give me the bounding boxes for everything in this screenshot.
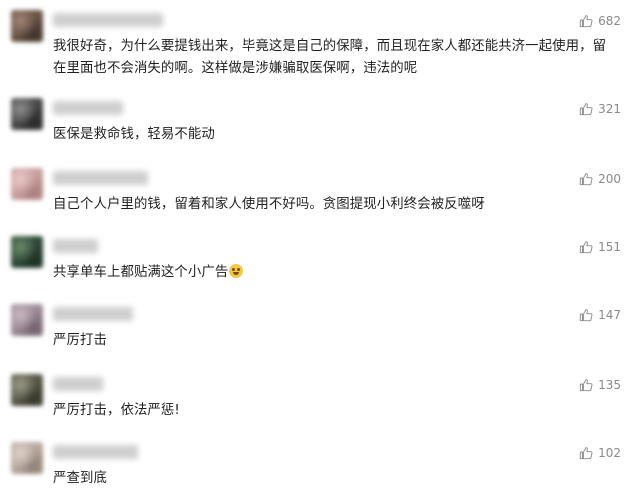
thumbs-up-icon: [579, 241, 593, 254]
comment-text: 严厉打击: [53, 333, 107, 348]
thumbs-up-icon: [579, 173, 593, 186]
avatar[interactable]: [11, 442, 43, 474]
thumbs-up-icon: [579, 15, 593, 28]
username-blurred[interactable]: [53, 171, 148, 185]
like-button[interactable]: 135: [579, 378, 621, 392]
thumbs-up-icon: [579, 103, 593, 116]
avatar[interactable]: [11, 10, 43, 42]
avatar[interactable]: [11, 304, 43, 336]
username-blurred[interactable]: [53, 377, 103, 391]
like-button[interactable]: 147: [579, 308, 621, 322]
comment-text-content: 共享单车上都贴满这个小广告: [53, 265, 229, 280]
like-count: 200: [598, 172, 621, 186]
comment-item: 我很好奇，为什么要提钱出来，毕竟这是自己的保障，而且现在家人都还能共济一起使用，…: [0, 8, 640, 76]
like-button[interactable]: 200: [579, 172, 621, 186]
avatar[interactable]: [11, 98, 43, 130]
like-button[interactable]: 682: [579, 14, 621, 28]
comment-item: 严厉打击，依法严惩! 135: [0, 372, 640, 420]
comment-item: 自己个人户里的钱，留着和家人使用不好吗。贪图提现小利终会被反噬呀 200: [0, 166, 640, 214]
like-button[interactable]: 321: [579, 102, 621, 116]
comment-text: 我很好奇，为什么要提钱出来，毕竟这是自己的保障，而且现在家人都还能共济一起使用，…: [53, 39, 607, 76]
avatar[interactable]: [11, 374, 43, 406]
thumbs-up-icon: [579, 379, 593, 392]
like-count: 147: [598, 308, 621, 322]
like-count: 151: [598, 240, 621, 254]
username-blurred[interactable]: [53, 445, 138, 459]
comment-text: 自己个人户里的钱，留着和家人使用不好吗。贪图提现小利终会被反噬呀: [53, 197, 485, 212]
username-blurred[interactable]: [53, 101, 123, 115]
like-count: 682: [598, 14, 621, 28]
comment-item: 严厉打击 147: [0, 302, 640, 350]
comment-item: 共享单车上都贴满这个小广告 151: [0, 234, 640, 282]
username-blurred[interactable]: [53, 13, 163, 27]
like-count: 135: [598, 378, 621, 392]
comment-item: 严查到底 102: [0, 440, 640, 488]
thumbs-up-icon: [579, 447, 593, 460]
avatar[interactable]: [11, 168, 43, 200]
comment-text: 严厉打击，依法严惩!: [53, 403, 180, 418]
comment-item: 医保是救命钱，轻易不能动 321: [0, 96, 640, 144]
like-button[interactable]: 151: [579, 240, 621, 254]
username-blurred[interactable]: [53, 307, 133, 321]
comment-text: 严查到底: [53, 471, 107, 486]
like-button[interactable]: 102: [579, 446, 621, 460]
comment-text: 共享单车上都贴满这个小广告: [53, 262, 618, 284]
username-blurred[interactable]: [53, 239, 98, 253]
like-count: 321: [598, 102, 621, 116]
comment-text: 医保是救命钱，轻易不能动: [53, 127, 215, 142]
sweat-smile-emoji: [229, 264, 244, 278]
thumbs-up-icon: [579, 309, 593, 322]
avatar[interactable]: [11, 236, 43, 268]
like-count: 102: [598, 446, 621, 460]
